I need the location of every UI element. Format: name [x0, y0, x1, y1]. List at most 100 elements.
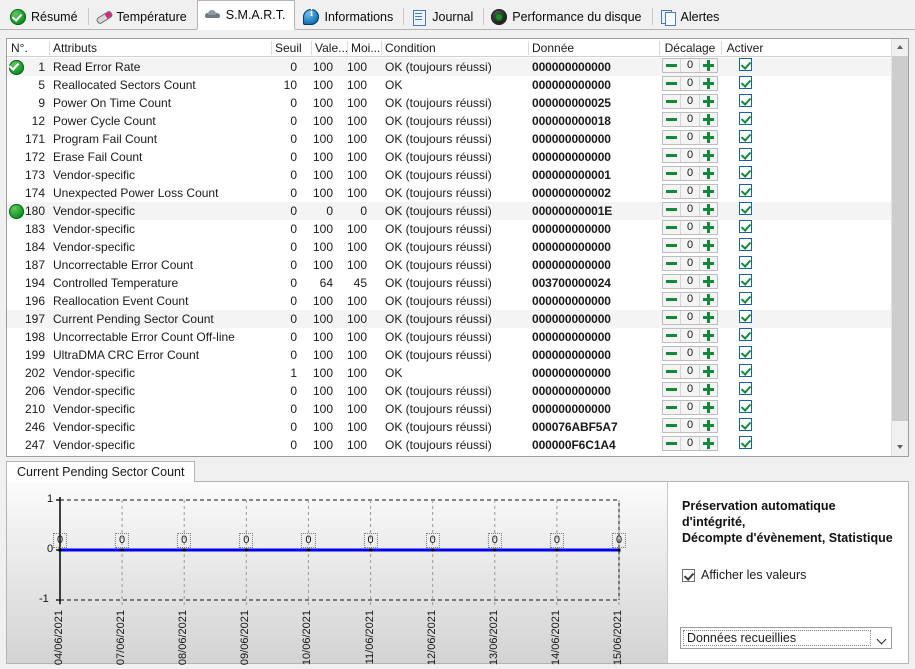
activer-checkbox[interactable]: [738, 292, 752, 305]
plus-icon[interactable]: [700, 221, 717, 234]
activer-checkbox[interactable]: [738, 148, 752, 161]
minus-icon[interactable]: [663, 275, 680, 288]
tab-current-pending-sector-count[interactable]: Current Pending Sector Count: [6, 461, 196, 482]
activer-checkbox[interactable]: [738, 220, 752, 233]
plus-icon[interactable]: [700, 437, 717, 450]
data-source-combobox[interactable]: Données recueillies: [680, 627, 892, 649]
minus-icon[interactable]: [663, 167, 680, 180]
table-row[interactable]: 184 Vendor-specific 0 100 100 OK (toujours ré…: [7, 238, 891, 256]
tab-performance-du-disque[interactable]: Performance du disque: [483, 3, 651, 29]
show-values-row[interactable]: Afficher les valeurs: [682, 568, 894, 582]
decalage-stepper[interactable]: 0: [662, 166, 718, 181]
column-header-donnee[interactable]: Donnée: [528, 39, 659, 57]
plus-icon[interactable]: [700, 149, 717, 162]
decalage-stepper[interactable]: 0: [662, 184, 718, 199]
column-header-seuil[interactable]: Seuil: [271, 39, 311, 57]
tab-journal[interactable]: Journal: [403, 3, 483, 29]
chevron-down-icon[interactable]: [872, 628, 891, 648]
decalage-stepper[interactable]: 0: [662, 346, 718, 361]
table-row[interactable]: 196 Reallocation Event Count 0 100 100 OK (to…: [7, 292, 891, 310]
minus-icon[interactable]: [663, 221, 680, 234]
decalage-stepper[interactable]: 0: [662, 220, 718, 235]
table-row[interactable]: 172 Erase Fail Count 0 100 100 OK (toujours r…: [7, 148, 891, 166]
minus-icon[interactable]: [663, 347, 680, 360]
decalage-stepper[interactable]: 0: [662, 148, 718, 163]
decalage-stepper[interactable]: 0: [662, 274, 718, 289]
tab-alertes[interactable]: Alertes: [651, 3, 730, 29]
table-row[interactable]: 206 Vendor-specific 0 100 100 OK (toujours ré…: [7, 382, 891, 400]
minus-icon[interactable]: [663, 113, 680, 126]
plus-icon[interactable]: [700, 401, 717, 414]
table-row[interactable]: 171 Program Fail Count 0 100 100 OK (toujours…: [7, 130, 891, 148]
scroll-down-arrow-icon[interactable]: [892, 439, 908, 456]
minus-icon[interactable]: [663, 401, 680, 414]
table-row[interactable]: 9 Power On Time Count 0 100 100 OK (toujours …: [7, 94, 891, 112]
plus-icon[interactable]: [700, 167, 717, 180]
tab-temp-rature[interactable]: Température: [87, 3, 197, 29]
minus-icon[interactable]: [663, 149, 680, 162]
plus-icon[interactable]: [700, 203, 717, 216]
minus-icon[interactable]: [663, 257, 680, 270]
decalage-stepper[interactable]: 0: [662, 76, 718, 91]
table-row[interactable]: 12 Power Cycle Count 0 100 100 OK (toujours r…: [7, 112, 891, 130]
minus-icon[interactable]: [663, 185, 680, 198]
decalage-stepper[interactable]: 0: [662, 328, 718, 343]
activer-checkbox[interactable]: [738, 418, 752, 431]
plus-icon[interactable]: [700, 419, 717, 432]
plus-icon[interactable]: [700, 347, 717, 360]
plus-icon[interactable]: [700, 311, 717, 324]
activer-checkbox[interactable]: [738, 346, 752, 359]
decalage-stepper[interactable]: 0: [662, 400, 718, 415]
table-row[interactable]: 199 UltraDMA CRC Error Count 0 100 100 OK (to…: [7, 346, 891, 364]
plus-icon[interactable]: [700, 365, 717, 378]
activer-checkbox[interactable]: [738, 310, 752, 323]
plus-icon[interactable]: [700, 293, 717, 306]
plus-icon[interactable]: [700, 329, 717, 342]
table-row[interactable]: 247 Vendor-specific 0 100 100 OK (toujours ré…: [7, 436, 891, 454]
activer-checkbox[interactable]: [738, 184, 752, 197]
activer-checkbox[interactable]: [738, 436, 752, 449]
tab-r-sum[interactable]: Résumé: [2, 3, 88, 29]
decalage-stepper[interactable]: 0: [662, 292, 718, 307]
table-row[interactable]: 173 Vendor-specific 0 100 100 OK (toujours ré…: [7, 166, 891, 184]
decalage-stepper[interactable]: 0: [662, 310, 718, 325]
minus-icon[interactable]: [663, 383, 680, 396]
table-row[interactable]: 246 Vendor-specific 0 100 100 OK (toujours ré…: [7, 418, 891, 436]
decalage-stepper[interactable]: 0: [662, 418, 718, 433]
scrollbar-thumb[interactable]: [892, 56, 908, 421]
activer-checkbox[interactable]: [738, 400, 752, 413]
activer-checkbox[interactable]: [738, 202, 752, 215]
minus-icon[interactable]: [663, 419, 680, 432]
minus-icon[interactable]: [663, 203, 680, 216]
decalage-stepper[interactable]: 0: [662, 130, 718, 145]
column-header-decalage[interactable]: Décalage: [659, 39, 721, 57]
plus-icon[interactable]: [700, 77, 717, 90]
table-row[interactable]: 1 Read Error Rate 0 100 100 OK (toujours réus…: [7, 58, 891, 76]
table-row[interactable]: 197 Current Pending Sector Count 0 100 100 OK…: [7, 310, 891, 328]
table-row[interactable]: 194 Controlled Temperature 0 64 45 OK (toujou…: [7, 274, 891, 292]
decalage-stepper[interactable]: 0: [662, 112, 718, 127]
scroll-up-arrow-icon[interactable]: [892, 39, 908, 56]
activer-checkbox[interactable]: [738, 166, 752, 179]
plus-icon[interactable]: [700, 131, 717, 144]
column-header-number[interactable]: N°.: [7, 39, 49, 57]
decalage-stepper[interactable]: 0: [662, 364, 718, 379]
activer-checkbox[interactable]: [738, 58, 752, 71]
activer-checkbox[interactable]: [738, 130, 752, 143]
decalage-stepper[interactable]: 0: [662, 256, 718, 271]
activer-checkbox[interactable]: [738, 76, 752, 89]
minus-icon[interactable]: [663, 311, 680, 324]
plus-icon[interactable]: [700, 185, 717, 198]
activer-checkbox[interactable]: [738, 274, 752, 287]
table-row[interactable]: 198 Uncorrectable Error Count Off-line 0 10…: [7, 328, 891, 346]
activer-checkbox[interactable]: [738, 328, 752, 341]
column-header-activer[interactable]: Activer: [721, 39, 769, 57]
minus-icon[interactable]: [663, 131, 680, 144]
table-row[interactable]: 183 Vendor-specific 0 100 100 OK (toujours ré…: [7, 220, 891, 238]
minus-icon[interactable]: [663, 437, 680, 450]
plus-icon[interactable]: [700, 275, 717, 288]
minus-icon[interactable]: [663, 95, 680, 108]
plus-icon[interactable]: [700, 95, 717, 108]
tab-s-m-a-r-t[interactable]: S.M.A.R.T.: [196, 0, 296, 30]
minus-icon[interactable]: [663, 59, 680, 72]
